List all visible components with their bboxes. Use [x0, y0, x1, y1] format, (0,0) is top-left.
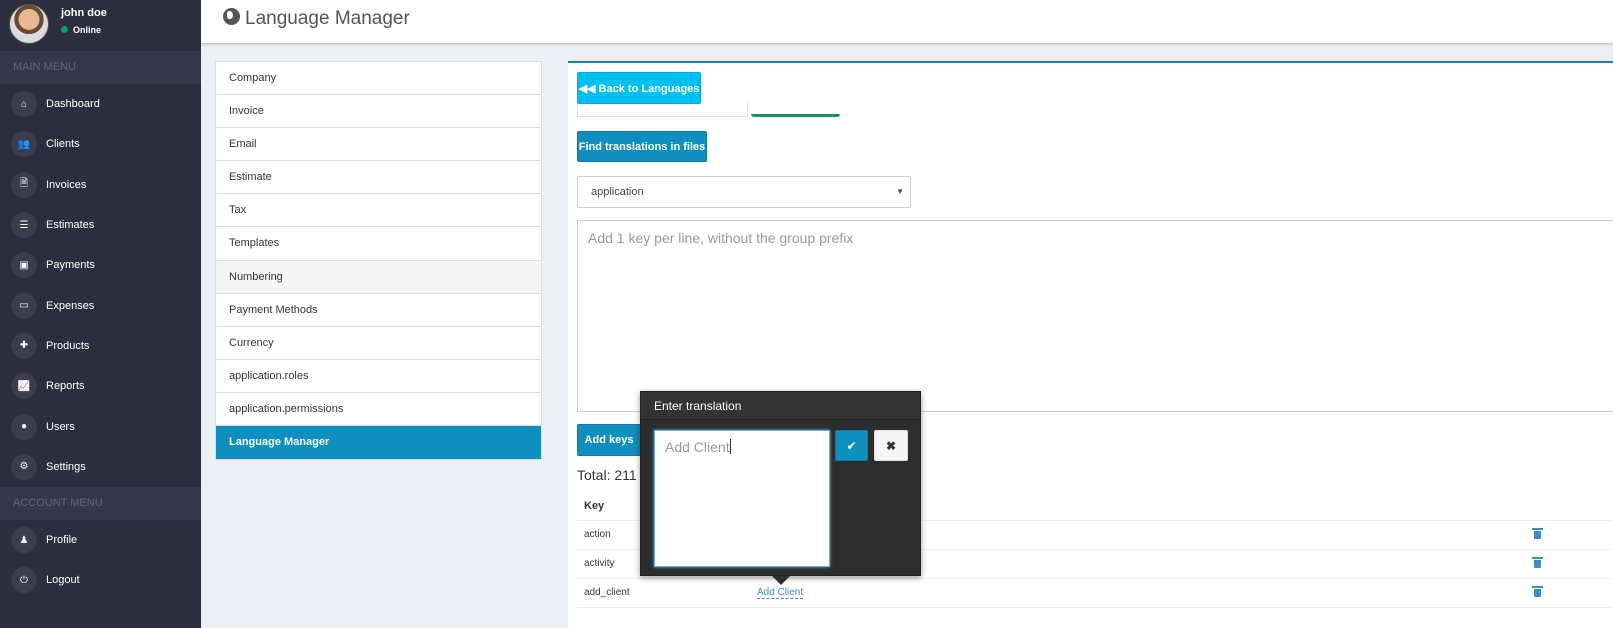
sidebar-item-expenses[interactable]: ▭ Expenses — [0, 285, 201, 325]
table-row: add_client Add Client — [577, 579, 1613, 608]
group-select[interactable]: application ▼ — [577, 176, 911, 208]
add-language-button-partial[interactable] — [751, 103, 840, 117]
settings-item-payment-methods[interactable]: Payment Methods — [216, 294, 541, 327]
row-key: add_client — [584, 587, 630, 598]
sidebar-item-settings[interactable]: ⚙ Settings — [0, 447, 201, 487]
language-input-partial[interactable] — [577, 103, 748, 117]
page-title-text: Language Manager — [245, 8, 410, 29]
account-menu-header: ACCOUNT MENU — [0, 486, 201, 520]
caret-down-icon: ▼ — [896, 187, 904, 196]
sidebar-item-estimates[interactable]: ☰ Estimates — [0, 205, 201, 245]
settings-item-application-permissions[interactable]: application.permissions — [216, 393, 541, 427]
sidebar-item-label: Estimates — [46, 219, 95, 232]
settings-item-tax[interactable]: Tax — [216, 194, 541, 228]
trash-icon[interactable] — [1532, 528, 1543, 539]
avatar — [9, 4, 49, 44]
row-key: action — [584, 529, 611, 540]
sidebar-item-label: Dashboard — [46, 98, 100, 111]
online-status-dot-icon — [61, 26, 68, 33]
invoice-file-icon: 🗎 — [11, 171, 37, 198]
user-name: john doe — [61, 7, 107, 19]
sidebar-item-payments[interactable]: ▣ Payments — [0, 245, 201, 285]
cancel-button[interactable]: ✖ — [874, 430, 908, 461]
settings-item-templates[interactable]: Templates — [216, 227, 541, 261]
sidebar-item-label: Settings — [46, 460, 86, 473]
sidebar-item-label: Expenses — [46, 299, 95, 312]
close-icon: ✖ — [885, 438, 897, 453]
power-icon: ⏻ — [11, 567, 37, 594]
text-cursor — [729, 439, 731, 454]
settings-item-application-roles[interactable]: application.roles — [216, 360, 541, 393]
settings-item-numbering[interactable]: Numbering — [216, 260, 541, 294]
column-header-key: Key — [584, 500, 605, 512]
sidebar-item-label: Payments — [46, 259, 95, 272]
popover-title: Enter translation — [641, 392, 920, 420]
group-select-value: application — [591, 186, 644, 198]
sidebar-item-invoices[interactable]: 🗎 Invoices — [0, 165, 201, 205]
sidebar-item-dashboard[interactable]: ⌂ Dashboard — [0, 84, 201, 124]
sidebar-item-label: Logout — [46, 574, 80, 587]
sidebar-item-products[interactable]: ✚ Products — [0, 326, 201, 366]
puzzle-icon: ✚ — [11, 332, 37, 359]
editable-translation-link[interactable]: Add Client — [757, 587, 804, 599]
keys-textarea-placeholder: Add 1 key per line, without the group pr… — [588, 230, 854, 246]
list-icon: ☰ — [11, 212, 37, 239]
settings-item-invoice[interactable]: Invoice — [216, 95, 541, 129]
trash-icon[interactable] — [1532, 586, 1543, 597]
user-icon: ● — [11, 413, 37, 440]
total-count: Total: 211 — [577, 467, 637, 483]
check-icon: ✔ — [846, 438, 857, 453]
back-to-languages-button[interactable]: ◀◀ Back to Languages — [577, 72, 701, 104]
settings-item-language-manager[interactable]: Language Manager — [216, 426, 541, 460]
chart-icon: 📈 — [11, 373, 37, 400]
main-menu: ⌂ Dashboard 👥 Clients 🗎 Invoices ☰ Estimates ▣ Pa… — [0, 84, 201, 487]
sidebar-item-logout[interactable]: ⏻ Logout — [0, 560, 201, 600]
user-status: Online — [61, 25, 101, 35]
sidebar-item-clients[interactable]: 👥 Clients — [0, 124, 201, 164]
account-menu: ♟ Profile ⏻ Logout — [0, 520, 201, 601]
row-key: activity — [584, 558, 615, 569]
sidebar-item-profile[interactable]: ♟ Profile — [0, 520, 201, 560]
settings-item-email[interactable]: Email — [216, 128, 541, 162]
sidebar-item-users[interactable]: ● Users — [0, 406, 201, 446]
credit-card-icon: ▭ — [11, 292, 37, 319]
user-panel: john doe Online — [0, 0, 201, 51]
gears-icon: ⚙ — [11, 453, 37, 480]
sidebar-item-label: Invoices — [46, 178, 87, 191]
confirm-button[interactable]: ✔ — [835, 430, 868, 461]
settings-item-estimate[interactable]: Estimate — [216, 161, 541, 195]
main-menu-header: MAIN MENU — [0, 51, 201, 84]
user-status-text: Online — [73, 25, 102, 35]
sidebar: john doe Online MAIN MENU ⌂ Dashboard 👥 Cli… — [0, 0, 201, 628]
page-title: Language Manager — [223, 8, 410, 30]
translation-input-value: Add Client — [665, 439, 730, 455]
home-icon: ⌂ — [11, 91, 37, 118]
popover-arrow — [772, 576, 790, 585]
find-translations-button[interactable]: Find translations in files — [577, 131, 707, 162]
sidebar-item-label: Profile — [46, 534, 78, 547]
translation-popover: Enter translation Add Client ✔ ✖ — [640, 391, 921, 585]
translation-input[interactable]: Add Client — [654, 430, 830, 567]
money-icon: ▣ — [11, 252, 37, 279]
settings-menu: Company Invoice Email Estimate Tax Templates N… — [215, 61, 542, 461]
users-icon: 👥 — [11, 131, 37, 158]
settings-item-company[interactable]: Company — [216, 62, 541, 96]
sidebar-item-label: Reports — [46, 380, 85, 393]
settings-item-currency[interactable]: Currency — [216, 327, 541, 360]
sidebar-item-label: Users — [46, 420, 75, 433]
trash-icon[interactable] — [1532, 557, 1543, 568]
sidebar-item-reports[interactable]: 📈 Reports — [0, 366, 201, 406]
sidebar-item-label: Clients — [46, 138, 80, 151]
keys-textarea[interactable]: Add 1 key per line, without the group pr… — [577, 220, 1613, 412]
add-keys-button[interactable]: Add keys — [577, 424, 641, 456]
sidebar-item-label: Products — [46, 339, 90, 352]
profile-icon: ♟ — [11, 527, 37, 554]
top-header: Language Manager — [201, 0, 1613, 44]
globe-icon — [223, 8, 240, 25]
